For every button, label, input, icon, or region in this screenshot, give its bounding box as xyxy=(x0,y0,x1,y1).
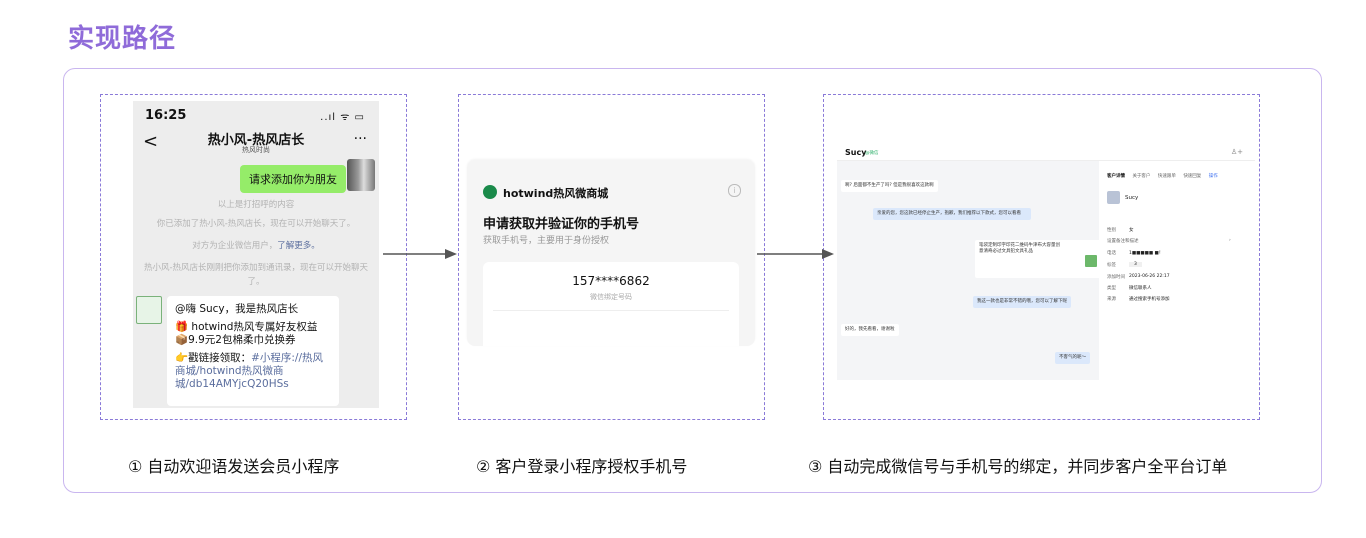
page-title: 实现路径 xyxy=(68,24,177,54)
signal-icon: ..ıl ᯤ ▭ xyxy=(320,112,365,123)
system-message: 对方为企业微信用户，了解更多。 xyxy=(143,239,369,253)
chat-message: 好的，我先看看，谢谢啦 xyxy=(841,324,899,336)
system-message: 以上是打招呼的内容 xyxy=(217,200,295,210)
chat-panel: 啊? 后面都不生产了吗? 但是我很喜欢这款啊 亲爱的您，您这款已经停止生产，抱歉… xyxy=(837,161,1101,380)
profile-name: Sucy xyxy=(1125,195,1139,201)
phone-number: 157****6862 xyxy=(572,274,650,288)
tab-quick-follow[interactable]: 快速跟单 xyxy=(1158,174,1176,179)
customer-sidebar: 客户详情 关于客户 快速跟单 快速回复 操作 Sucy 性别女 设置备注和描述 ›… xyxy=(1107,161,1255,380)
tab-operations[interactable]: 操作 xyxy=(1209,174,1218,179)
learn-more-link[interactable]: 了解更多。 xyxy=(277,241,320,251)
store-avatar xyxy=(136,296,162,324)
chat-message: 亲爱的您，您这款已经停止生产，抱歉，我们推荐以下款式，您可以看看 xyxy=(873,208,1031,220)
tab-quick-reply[interactable]: 快速回复 xyxy=(1183,174,1201,179)
chat-message: 笔袋定制印字印花二维码牛津布大容量创意清奇必过文具铅文具礼品 xyxy=(975,240,1101,278)
phone-chat-screen: 16:25 ..ıl ᯤ ▭ < 热小风-热风店长 热风时尚 ··· 请求添加你… xyxy=(133,101,379,408)
field-row: 类型 微信联系人 xyxy=(1107,286,1152,291)
system-message: 你已添加了热小风-热风店长，现在可以开始聊天了。 xyxy=(156,219,356,229)
phone-option-card[interactable]: 157****6862 微信绑定号码 xyxy=(483,262,739,346)
field-row: 标签 3 xyxy=(1107,262,1142,268)
auth-sheet: hotwind热风微商城 i 申请获取并验证你的手机号 获取手机号，主要用于身份… xyxy=(467,160,755,346)
field-row: 添加时间 2023-06-26 22:17 xyxy=(1107,274,1170,280)
chat-message: 啊? 后面都不生产了吗? 但是我很喜欢这款啊 xyxy=(841,180,938,192)
phone-note: 微信绑定号码 xyxy=(590,293,632,301)
sidebar-tabs: 客户详情 关于客户 快速跟单 快速回复 操作 xyxy=(1107,173,1224,179)
contact-source: @微信 xyxy=(865,151,879,156)
auth-subheading: 获取手机号，主要用于身份授权 xyxy=(483,236,610,246)
system-message: 热小风-热风店长刚刚把你添加到通讯录，现在可以开始聊天了。 xyxy=(143,263,369,287)
tab-about-customer[interactable]: 关于客户 xyxy=(1132,174,1150,179)
shop-name: hotwind热风微商城 xyxy=(503,187,609,200)
step3-caption: ③ 自动完成微信号与手机号的绑定，并同步客户全平台订单 xyxy=(808,457,1228,476)
avatar xyxy=(1107,191,1120,204)
contact-name: Sucy xyxy=(845,148,867,157)
chat-message: 不客气的呢～ xyxy=(1055,352,1090,364)
chevron-right-icon: › xyxy=(1229,238,1231,243)
welcome-link-line: 👉戳链接领取：#小程序://热风商城/hotwind热风微商城/db14AMYj… xyxy=(175,352,323,390)
avatar xyxy=(347,159,375,191)
add-user-icon[interactable]: ♙+ xyxy=(1231,148,1243,156)
crm-screen: Sucy @微信 ♙+ 啊? 后面都不生产了吗? 但是我很喜欢这款啊 亲爱的您，… xyxy=(837,140,1255,380)
crm-topbar: Sucy @微信 ♙+ xyxy=(837,140,1255,161)
auth-heading: 申请获取并验证你的手机号 xyxy=(483,217,640,232)
product-thumbnail xyxy=(1085,255,1097,267)
step1-caption: ① 自动欢迎语发送会员小程序 xyxy=(128,457,340,476)
welcome-bubble: @嗨 Sucy，我是热风店长 🎁 hotwind热风专属好友权益 📦9.9元2包… xyxy=(167,296,339,406)
info-icon[interactable]: i xyxy=(728,184,741,197)
system-text: 对方为企业微信用户， xyxy=(192,241,278,251)
tab-customer-detail[interactable]: 客户详情 xyxy=(1107,174,1125,179)
divider xyxy=(493,310,729,311)
field-row: 电话 1■■■■■ ■！ xyxy=(1107,251,1164,256)
welcome-line: 🎁 hotwind热风专属好友权益 xyxy=(175,321,318,333)
field-row: 来源 通过搜索手机号添加 xyxy=(1107,297,1170,302)
arrow-icon xyxy=(383,249,457,259)
welcome-line: 📦9.9元2包棉柔巾兑换券 xyxy=(175,334,296,346)
phone-time: 16:25 xyxy=(145,108,187,123)
chat-subtitle: 热风时尚 xyxy=(242,146,270,154)
more-icon[interactable]: ··· xyxy=(354,131,367,147)
friend-request-bubble: 请求添加你为朋友 xyxy=(240,165,346,193)
field-row[interactable]: 设置备注和描述 › xyxy=(1107,238,1231,244)
arrow-icon xyxy=(757,249,834,259)
field-row: 性别女 xyxy=(1107,228,1134,233)
welcome-line: @嗨 Sucy，我是热风店长 xyxy=(175,303,299,315)
shop-logo-icon xyxy=(483,185,497,199)
step2-caption: ② 客户登录小程序授权手机号 xyxy=(476,457,688,476)
chat-message: 我这一款也是非常不错的哦，您可以了解下呢 xyxy=(973,296,1071,308)
